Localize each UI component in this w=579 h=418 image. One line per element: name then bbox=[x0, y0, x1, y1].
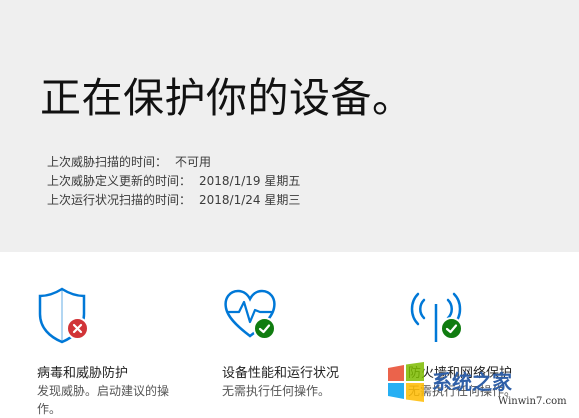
tile-virus-threat-protection[interactable]: 病毒和威胁防护 发现威胁。启动建议的操作。 bbox=[37, 286, 207, 416]
status-label: 上次威胁扫描的时间： bbox=[47, 155, 168, 169]
watermark-url: Winwin7.com bbox=[498, 396, 567, 407]
status-value: 2018/1/19 星期五 bbox=[199, 174, 301, 188]
tile-description: 无需执行任何操作。 bbox=[222, 384, 331, 398]
scan-status-list: 上次威胁扫描的时间： 不可用 上次威胁定义更新的时间： 2018/1/19 星期… bbox=[47, 153, 300, 210]
site-watermark: 系统之家 Winwin7.com bbox=[380, 358, 579, 416]
ok-check-badge bbox=[253, 317, 276, 340]
status-row-health-scan: 上次运行状况扫描的时间： 2018/1/24 星期三 bbox=[47, 191, 300, 210]
status-value: 2018/1/24 星期三 bbox=[199, 193, 301, 207]
tile-title: 病毒和威胁防护 bbox=[37, 366, 129, 381]
watermark-text: 系统之家 bbox=[432, 370, 512, 394]
shield-icon bbox=[37, 286, 97, 344]
tile-firewall-network-protection[interactable]: 防火墙和网络保护 无需执行任何操作。 bbox=[408, 286, 578, 398]
status-label: 上次运行状况扫描的时间： bbox=[47, 193, 192, 207]
tile-description: 发现威胁。启动建议的操作。 bbox=[37, 384, 170, 416]
protection-status-header: 正在保护你的设备。 上次威胁扫描的时间： 不可用 上次威胁定义更新的时间： 20… bbox=[0, 0, 579, 252]
status-value: 不可用 bbox=[175, 155, 212, 169]
ok-check-badge bbox=[440, 317, 463, 340]
tile-device-performance-health[interactable]: 设备性能和运行状况 无需执行任何操作。 bbox=[222, 286, 392, 398]
status-row-threat-scan: 上次威胁扫描的时间： 不可用 bbox=[47, 153, 300, 172]
status-row-definition-update: 上次威胁定义更新的时间： 2018/1/19 星期五 bbox=[47, 172, 300, 191]
error-x-badge bbox=[66, 317, 89, 340]
tile-title: 设备性能和运行状况 bbox=[222, 366, 340, 381]
antenna-icon bbox=[408, 286, 468, 344]
status-label: 上次威胁定义更新的时间： bbox=[47, 174, 192, 188]
windows-logo-icon bbox=[388, 362, 424, 402]
page-title: 正在保护你的设备。 bbox=[40, 74, 414, 122]
heart-pulse-icon bbox=[222, 286, 282, 344]
